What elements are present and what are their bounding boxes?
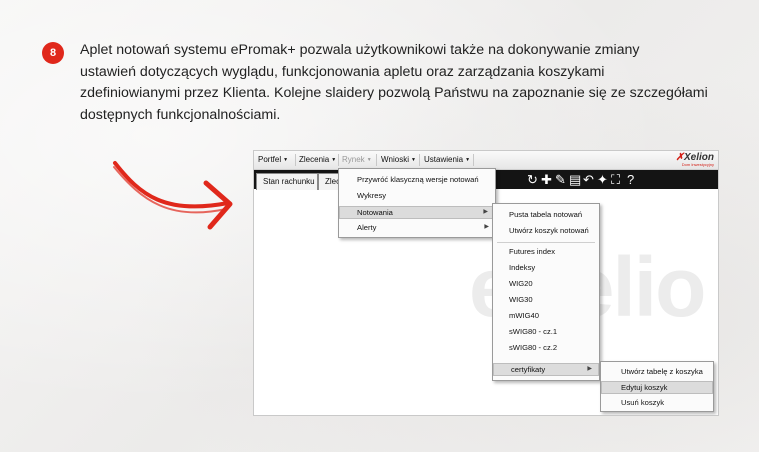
menu-item-mwig40[interactable]: mWIG40 [493,311,599,323]
menu-item-label: Alerty [357,223,377,232]
menu-item-swig80-cz2[interactable]: sWIG80 - cz.2 [493,343,599,355]
certyfikaty-submenu: Utwórz tabelę z koszyka Edytuj koszyk Us… [600,361,714,412]
fullscreen-icon[interactable]: ⛶ [611,172,620,187]
menu-item-pusta-tabela[interactable]: Pusta tabela notowań [493,210,599,222]
menu-item-notowania[interactable]: Notowania ▶ [339,206,495,219]
menu-rynek[interactable]: Rynek ▼ [342,155,372,164]
menu-divider [419,154,420,166]
pin-icon[interactable]: ✦ [597,172,608,187]
menu-item-alerty[interactable]: Alerty ▶ [339,223,495,235]
intro-line: zdefiniowianymi przez Klienta. Kolejne s… [80,85,708,101]
chevron-down-icon: ▼ [465,156,471,163]
intro-text: Aplet notowań systemu ePromak+ pozwala u… [80,40,740,126]
menu-item-restore-classic[interactable]: Przywróć klasyczną wersje notowań [339,175,495,187]
menu-item-futures-index[interactable]: Futures index [493,247,599,259]
help-icon[interactable]: ? [627,172,634,187]
menu-item-wig30[interactable]: WIG30 [493,295,599,307]
menu-ustawienia[interactable]: Ustawienia ▼ [424,155,470,164]
menu-item-indeksy[interactable]: Indeksy [493,263,599,275]
undo-icon[interactable]: ↶ [583,172,594,187]
intro-line: Aplet notowań systemu ePromak+ pozwala u… [80,42,640,58]
menu-item-utworz-koszyk[interactable]: Utwórz koszyk notowań [493,226,599,238]
chevron-down-icon: ▼ [283,156,289,163]
red-arrow-icon [113,161,233,230]
menu-divider [473,154,474,166]
intro-line: ustawień dotyczących wyglądu, funkcjonow… [80,63,605,80]
chevron-right-icon: ▶ [587,366,592,372]
rynek-dropdown-menu: Przywróć klasyczną wersje notowań Wykres… [338,168,496,238]
notowania-submenu: Pusta tabela notowań Utwórz koszyk notow… [492,203,600,381]
applet-window: Portfel ▼ Zlecenia ▼ Rynek ▼ Wnioski ▼ Ustaw… [253,150,719,416]
refresh-icon[interactable]: ↻ [527,172,538,187]
menu-divider [295,154,296,166]
step-number-badge: 8 [42,42,64,64]
menu-item-edytuj-koszyk[interactable]: Edytuj koszyk [601,381,713,394]
menu-item-label: certyfikaty [511,365,546,374]
chevron-down-icon: ▼ [366,156,372,163]
menu-item-swig80-cz1[interactable]: sWIG80 - cz.1 [493,327,599,339]
menu-portfel[interactable]: Portfel ▼ [258,155,288,164]
menu-divider [376,154,377,166]
chevron-down-icon: ▼ [331,156,337,163]
chevron-right-icon: ▶ [484,224,489,230]
menu-divider [338,154,339,166]
tab-stan-rachunku[interactable]: Stan rachunku [256,173,318,190]
add-icon[interactable]: ✚ [541,172,552,187]
logo-tagline: Dom Inwestycyjny [681,162,714,167]
menu-item-label: Notowania [357,208,393,217]
menu-separator [497,242,595,243]
xelion-logo: ✗Xelion Dom Inwestycyjny [676,152,714,167]
menu-item-usun-koszyk[interactable]: Usuń koszyk [601,398,713,410]
intro-line: dostępnych funkcjonalnościami. [80,106,281,123]
menu-wnioski[interactable]: Wnioski ▼ [381,155,416,164]
menu-item-utworz-tabele[interactable]: Utwórz tabelę z koszyka [601,367,713,379]
menu-zlecenia[interactable]: Zlecenia ▼ [299,155,336,164]
chevron-down-icon: ▼ [411,156,416,163]
menu-item-wykresy[interactable]: Wykresy [339,191,495,203]
edit-icon[interactable]: ✎ [555,172,566,187]
save-icon[interactable]: ▤ [569,172,581,187]
menu-item-certyfikaty[interactable]: certyfikaty ▶ [493,363,599,376]
menu-item-wig20[interactable]: WIG20 [493,279,599,291]
chevron-right-icon: ▶ [483,209,488,215]
